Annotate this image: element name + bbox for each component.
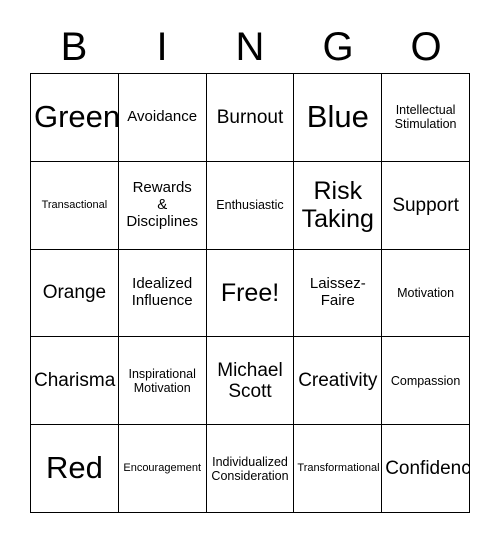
bingo-cell-label: Green (34, 99, 119, 135)
bingo-cell[interactable]: Idealized Influence (118, 249, 207, 338)
bingo-cell[interactable]: Burnout (206, 74, 295, 162)
bingo-cell-label: Orange (42, 282, 107, 304)
bingo-cell[interactable]: Confidence (382, 425, 470, 513)
bingo-cell[interactable]: Motivation (382, 249, 470, 338)
bingo-cell-free-space[interactable]: Free! (206, 249, 295, 338)
bingo-cell-label: Motivation (397, 285, 455, 300)
bingo-cell-label: Risk Taking (301, 177, 374, 234)
header-letter-n: N (235, 25, 265, 69)
bingo-cell-label: Individualized Consideration (211, 454, 289, 483)
bingo-cell[interactable]: Orange (31, 249, 119, 338)
bingo-cell[interactable]: Support (382, 161, 470, 250)
bingo-cell[interactable]: Inspirational Motivation (118, 337, 207, 426)
bingo-cell-label: Confidence (385, 457, 470, 479)
bingo-cell[interactable]: Individualized Consideration (206, 425, 295, 513)
bingo-cell-label: Blue (306, 99, 369, 135)
header-letter-o: O (410, 25, 442, 69)
bingo-cell-label: Michael Scott (217, 359, 283, 402)
bingo-cell[interactable]: Avoidance (118, 74, 207, 162)
bingo-cell-label: Enthusiastic (216, 198, 284, 213)
bingo-cell-label: Burnout (216, 106, 284, 128)
bingo-cell-label: Red (45, 450, 103, 486)
bingo-cell[interactable]: Laissez- Faire (294, 249, 383, 338)
bingo-cell[interactable]: Blue (294, 74, 383, 162)
bingo-cell[interactable]: Encouragement (118, 425, 207, 513)
bingo-cell[interactable]: Compassion (382, 337, 470, 426)
bingo-grid: Green Avoidance Burnout Blue Intellectua… (30, 73, 470, 513)
bingo-header: B I N G O (30, 22, 470, 72)
bingo-cell-label: Avoidance (127, 108, 198, 125)
bingo-cell-label: Creativity (298, 370, 378, 392)
bingo-cell-label: Support (392, 194, 459, 216)
bingo-cell[interactable]: Transformational (294, 425, 383, 513)
bingo-cell[interactable]: Rewards & Disciplines (118, 161, 207, 250)
bingo-cell[interactable]: Michael Scott (206, 337, 295, 426)
header-letter-g: G (322, 25, 354, 69)
bingo-cell[interactable]: Creativity (294, 337, 383, 426)
bingo-cell-label: Intellectual Stimulation (394, 103, 457, 132)
bingo-cell-label: Charisma (34, 370, 116, 392)
bingo-cell-label: Free! (220, 278, 280, 307)
bingo-cell[interactable]: Transactional (31, 161, 119, 250)
header-letter-i: I (156, 25, 168, 69)
bingo-cell-label: Rewards & Disciplines (126, 179, 199, 230)
bingo-cell-label: Inspirational Motivation (128, 366, 196, 395)
bingo-cell[interactable]: Charisma (31, 337, 119, 426)
bingo-cell-label: Transactional (41, 199, 108, 212)
bingo-cell[interactable]: Red (31, 425, 119, 513)
bingo-cell-label: Encouragement (123, 462, 202, 475)
bingo-cell[interactable]: Enthusiastic (206, 161, 295, 250)
bingo-cell-label: Idealized Influence (131, 275, 193, 309)
bingo-cell-label: Laissez- Faire (309, 275, 366, 309)
bingo-cell[interactable]: Green (31, 74, 119, 162)
header-letter-b: B (60, 25, 88, 69)
bingo-cell[interactable]: Risk Taking (294, 161, 383, 250)
bingo-cell-label: Transformational (297, 462, 380, 475)
bingo-card: B I N G O Green Avoidance Burnout Blue I… (0, 0, 500, 544)
bingo-cell-label: Compassion (390, 373, 461, 388)
bingo-cell[interactable]: Intellectual Stimulation (382, 74, 470, 162)
